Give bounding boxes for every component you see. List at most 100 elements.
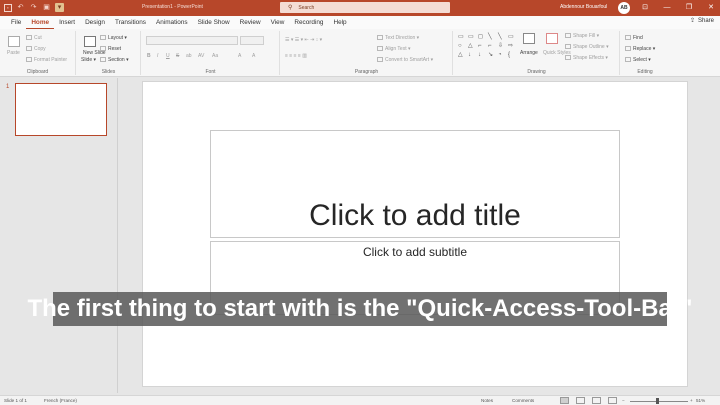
- tab-review[interactable]: Review: [235, 16, 266, 29]
- ribbon-display-icon[interactable]: ⊡: [640, 3, 650, 12]
- align-text-icon: [377, 46, 383, 52]
- avatar[interactable]: AB: [618, 2, 630, 14]
- shape-effects-button[interactable]: Shape Effects ▾: [565, 55, 608, 61]
- shape-item[interactable]: ▭: [458, 33, 467, 41]
- customize-qat-icon[interactable]: ▾: [55, 3, 64, 12]
- tab-slide-show[interactable]: Slide Show: [193, 16, 235, 29]
- change-case-button[interactable]: Aa: [212, 53, 218, 59]
- language-indicator[interactable]: French (France): [44, 398, 77, 403]
- shadow-button[interactable]: ab: [186, 53, 192, 59]
- slide-thumbnail[interactable]: [15, 83, 107, 136]
- notes-button[interactable]: Notes: [481, 398, 493, 403]
- zoom-slider-thumb[interactable]: [656, 398, 659, 404]
- replace-button[interactable]: Replace ▾: [625, 46, 655, 52]
- layout-button[interactable]: Layout ▾: [100, 35, 127, 41]
- font-color-button[interactable]: A: [252, 53, 255, 59]
- tab-file[interactable]: File: [6, 16, 26, 29]
- quick-styles-icon[interactable]: [546, 33, 558, 44]
- reset-button[interactable]: Reset: [100, 46, 121, 52]
- cut-button[interactable]: Cut: [26, 35, 42, 41]
- title-placeholder[interactable]: Click to add title: [210, 130, 620, 238]
- shape-item[interactable]: ╲: [498, 33, 507, 41]
- shape-item[interactable]: ○: [458, 42, 467, 50]
- shape-item[interactable]: ↓: [478, 51, 487, 59]
- share-button[interactable]: ⇪ Share: [689, 17, 714, 25]
- redo-icon[interactable]: ↷: [29, 3, 38, 12]
- slide-sorter-icon[interactable]: [576, 397, 585, 404]
- select-icon: [625, 57, 631, 63]
- copy-button[interactable]: Copy: [26, 46, 46, 52]
- section-button[interactable]: Section ▾: [100, 57, 129, 63]
- tab-insert[interactable]: Insert: [54, 16, 80, 29]
- shape-item[interactable]: ⌐: [478, 42, 487, 50]
- shape-item[interactable]: ▭: [508, 33, 517, 41]
- restore-icon[interactable]: ❐: [684, 3, 694, 12]
- new-slide-menu[interactable]: Slide ▾: [81, 57, 96, 63]
- undo-icon[interactable]: ↶: [16, 3, 25, 12]
- share-icon: ⇪: [689, 18, 695, 24]
- shape-item[interactable]: ◻: [478, 33, 487, 41]
- reading-view-icon[interactable]: [592, 397, 601, 404]
- highlight-button[interactable]: A: [238, 53, 241, 59]
- select-button[interactable]: Select ▾: [625, 57, 651, 63]
- paste-icon[interactable]: [8, 36, 20, 47]
- arrange-button[interactable]: Arrange: [520, 50, 538, 56]
- bullets-icon[interactable]: ☰ ▾ ☰ ▾ ⇤ ⇥ ↕ ▾: [285, 37, 322, 43]
- shape-item[interactable]: ↓: [468, 51, 477, 59]
- paste-button[interactable]: Paste: [7, 50, 20, 56]
- document-title: Presentation1 - PowerPoint: [142, 4, 203, 10]
- shape-item[interactable]: ◔: [498, 51, 507, 59]
- strikethrough-button[interactable]: S: [176, 53, 179, 59]
- align-text-button[interactable]: Align Text ▾: [377, 46, 411, 52]
- shape-item[interactable]: △: [468, 42, 477, 50]
- align-icons[interactable]: ≡ ≡ ≡ ≡ ▥: [285, 53, 307, 59]
- zoom-level[interactable]: 51%: [696, 398, 705, 403]
- tab-help[interactable]: Help: [328, 16, 351, 29]
- shape-item[interactable]: ⌐: [488, 42, 497, 50]
- quick-access-toolbar: ▪ ↶ ↷ ▣ ▾: [4, 3, 64, 12]
- shapes-gallery[interactable]: ▭ ▭ ◻ ╲ ╲ ▭ ○ △ ⌐ ⌐ ⇩ ⇨ △ ↓ ↓ ↘ ◔ {: [458, 33, 517, 59]
- tab-design[interactable]: Design: [80, 16, 110, 29]
- slide-number: 1: [6, 84, 10, 90]
- zoom-out-icon[interactable]: −: [622, 398, 625, 403]
- present-icon[interactable]: ▣: [42, 3, 51, 12]
- tab-recording[interactable]: Recording: [289, 16, 328, 29]
- close-icon[interactable]: ✕: [706, 3, 716, 12]
- font-size-select[interactable]: [240, 36, 264, 45]
- shape-outline-button[interactable]: Shape Outline ▾: [565, 44, 609, 50]
- tab-home[interactable]: Home: [26, 16, 55, 29]
- arrange-icon[interactable]: [523, 33, 535, 44]
- title-placeholder-text: Click to add title: [309, 199, 521, 232]
- font-family-select[interactable]: [146, 36, 238, 45]
- shape-item[interactable]: ▭: [468, 33, 477, 41]
- tab-animations[interactable]: Animations: [151, 16, 193, 29]
- shape-item[interactable]: △: [458, 51, 467, 59]
- normal-view-icon[interactable]: [560, 397, 569, 404]
- shape-item[interactable]: ⇩: [498, 42, 507, 50]
- tab-transitions[interactable]: Transitions: [110, 16, 151, 29]
- format-painter-button[interactable]: Format Painter: [26, 57, 67, 63]
- search-box[interactable]: ⚲ Search: [280, 2, 450, 13]
- tab-view[interactable]: View: [266, 16, 290, 29]
- character-spacing-button[interactable]: AV: [198, 53, 204, 59]
- italic-button[interactable]: I: [157, 53, 158, 59]
- save-icon[interactable]: ▪: [4, 3, 12, 12]
- shape-item[interactable]: {: [508, 51, 517, 59]
- zoom-slider[interactable]: [630, 401, 688, 402]
- new-slide-icon[interactable]: [84, 36, 96, 47]
- shape-fill-button[interactable]: Shape Fill ▾: [565, 33, 599, 39]
- find-button[interactable]: Find: [625, 35, 643, 41]
- minimize-icon[interactable]: —: [662, 3, 672, 12]
- comments-button[interactable]: Comments: [512, 398, 534, 403]
- layout-icon: [100, 35, 106, 41]
- slideshow-view-icon[interactable]: [608, 397, 617, 404]
- text-direction-button[interactable]: Text Direction ▾: [377, 35, 419, 41]
- bold-button[interactable]: B: [147, 53, 151, 59]
- convert-smartart-button[interactable]: Convert to SmartArt ▾: [377, 57, 433, 63]
- user-name[interactable]: Abdennour Bouarfoul: [560, 4, 607, 10]
- underline-button[interactable]: U: [166, 53, 170, 59]
- shape-item[interactable]: ↘: [488, 51, 497, 59]
- zoom-in-icon[interactable]: +: [690, 398, 693, 403]
- shape-item[interactable]: ╲: [488, 33, 497, 41]
- shape-item[interactable]: ⇨: [508, 42, 517, 50]
